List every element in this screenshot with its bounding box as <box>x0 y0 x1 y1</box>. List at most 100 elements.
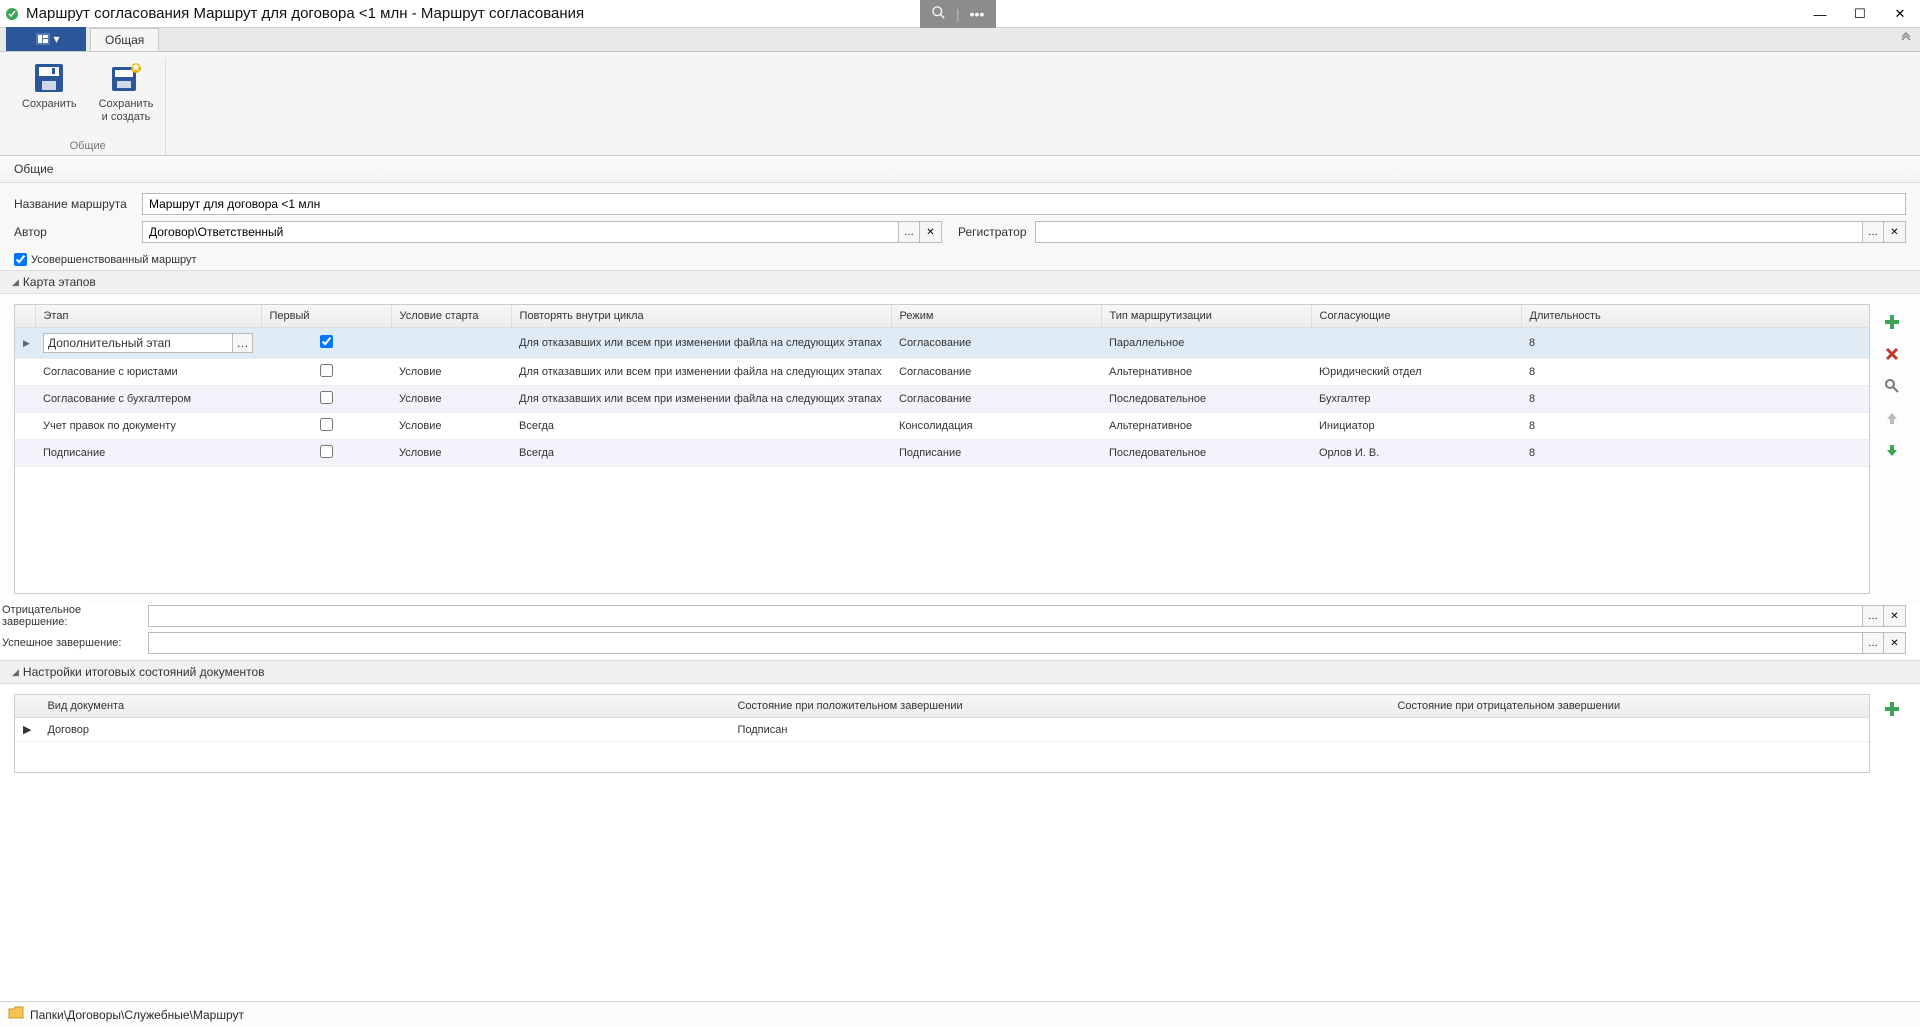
first-checkbox[interactable] <box>320 391 333 404</box>
cell-repeat[interactable]: Для отказавших или всем при изменении фа… <box>511 386 891 413</box>
app-menu-button[interactable]: ▾ <box>6 27 86 51</box>
col-negative-state[interactable]: Состояние при отрицательном завершении <box>1389 695 1869 718</box>
table-row[interactable]: Согласование с юристами УсловиеДля отказа… <box>15 359 1869 386</box>
registrar-input[interactable] <box>1035 221 1862 243</box>
table-row[interactable]: Учет правок по документу УсловиеВсегдаКон… <box>15 413 1869 440</box>
cell-first[interactable] <box>261 440 391 467</box>
cell-approvers[interactable] <box>1311 328 1521 359</box>
cell-duration[interactable]: 8 <box>1521 386 1869 413</box>
close-button[interactable]: ✕ <box>1880 0 1920 28</box>
cell-duration[interactable]: 8 <box>1521 440 1869 467</box>
cell-routing-type[interactable]: Альтернативное <box>1101 359 1311 386</box>
first-checkbox[interactable] <box>320 445 333 458</box>
cell-mode[interactable]: Подписание <box>891 440 1101 467</box>
success-completion-clear-button[interactable]: ✕ <box>1884 632 1906 654</box>
add-doc-state-button[interactable] <box>1883 700 1901 721</box>
cell-start-condition[interactable]: Условие <box>391 413 511 440</box>
author-clear-button[interactable]: ✕ <box>920 221 942 243</box>
cell-repeat[interactable]: Для отказавших или всем при изменении фа… <box>511 359 891 386</box>
more-icon[interactable]: ••• <box>970 6 985 22</box>
cell-first[interactable] <box>261 359 391 386</box>
zoom-icon[interactable] <box>932 6 946 23</box>
author-input[interactable] <box>142 221 898 243</box>
doc-states-caption[interactable]: ◢ Настройки итоговых состояний документо… <box>0 660 1920 684</box>
col-approvers[interactable]: Согласующие <box>1311 305 1521 328</box>
negative-completion-clear-button[interactable]: ✕ <box>1884 605 1906 627</box>
stage-map-caption[interactable]: ◢ Карта этапов <box>0 270 1920 294</box>
cell-approvers[interactable]: Юридический отдел <box>1311 359 1521 386</box>
first-checkbox[interactable] <box>320 418 333 431</box>
table-row[interactable]: ПодписаниеУсловиеВсегдаПодписаниеПоследо… <box>15 440 1869 467</box>
col-duration[interactable]: Длительность <box>1521 305 1869 328</box>
cell-stage[interactable]: Подписание <box>35 440 261 467</box>
move-down-button[interactable] <box>1880 438 1904 462</box>
cell-positive-state[interactable]: Подписан <box>729 718 1389 742</box>
cell-stage[interactable]: Учет правок по документу <box>35 413 261 440</box>
author-lookup-button[interactable]: … <box>898 221 920 243</box>
cell-mode[interactable]: Согласование <box>891 328 1101 359</box>
table-row[interactable]: ▶ДоговорПодписан <box>15 718 1869 742</box>
cell-duration[interactable]: 8 <box>1521 413 1869 440</box>
cell-first[interactable] <box>261 328 391 359</box>
cell-duration[interactable]: 8 <box>1521 328 1869 359</box>
cell-start-condition[interactable]: Условие <box>391 440 511 467</box>
route-name-input[interactable] <box>142 193 1906 215</box>
cell-stage[interactable]: Согласование с бухгалтером <box>35 386 261 413</box>
col-positive-state[interactable]: Состояние при положительном завершении <box>729 695 1389 718</box>
col-first[interactable]: Первый <box>261 305 391 328</box>
cell-start-condition[interactable]: Условие <box>391 386 511 413</box>
advanced-route-checkbox[interactable] <box>14 253 27 266</box>
save-and-new-button[interactable]: ★ Сохранить и создать <box>95 58 158 126</box>
stage-name-input[interactable]: Дополнительный этап <box>43 333 233 353</box>
collapse-ribbon-icon[interactable] <box>1900 32 1912 47</box>
cell-stage[interactable]: Согласование с юристами <box>35 359 261 386</box>
cell-repeat[interactable]: Всегда <box>511 440 891 467</box>
cell-routing-type[interactable]: Параллельное <box>1101 328 1311 359</box>
cell-mode[interactable]: Согласование <box>891 386 1101 413</box>
col-doc-type[interactable]: Вид документа <box>39 695 729 718</box>
breadcrumb[interactable]: Папки\Договоры\Служебные\Маршрут <box>30 1008 244 1022</box>
cell-doc-type[interactable]: Договор <box>39 718 729 742</box>
cell-mode[interactable]: Согласование <box>891 359 1101 386</box>
cell-start-condition[interactable] <box>391 328 511 359</box>
add-stage-button[interactable] <box>1880 310 1904 334</box>
stage-lookup-button[interactable]: … <box>233 333 253 353</box>
cell-duration[interactable]: 8 <box>1521 359 1869 386</box>
table-row[interactable]: ▶Дополнительный этап…Для отказавших или … <box>15 328 1869 359</box>
cell-first[interactable] <box>261 413 391 440</box>
success-completion-lookup-button[interactable]: … <box>1862 632 1884 654</box>
cell-negative-state[interactable] <box>1389 718 1869 742</box>
col-stage[interactable]: Этап <box>35 305 261 328</box>
cell-start-condition[interactable]: Условие <box>391 359 511 386</box>
cell-first[interactable] <box>261 386 391 413</box>
col-repeat[interactable]: Повторять внутри цикла <box>511 305 891 328</box>
col-start-condition[interactable]: Условие старта <box>391 305 511 328</box>
cell-routing-type[interactable]: Последовательное <box>1101 440 1311 467</box>
cell-approvers[interactable]: Орлов И. В. <box>1311 440 1521 467</box>
registrar-clear-button[interactable]: ✕ <box>1884 221 1906 243</box>
cell-repeat[interactable]: Для отказавших или всем при изменении фа… <box>511 328 891 359</box>
move-up-button[interactable] <box>1880 406 1904 430</box>
tab-general[interactable]: Общая <box>90 28 159 51</box>
cell-approvers[interactable]: Инициатор <box>1311 413 1521 440</box>
minimize-button[interactable]: — <box>1800 0 1840 28</box>
registrar-lookup-button[interactable]: … <box>1862 221 1884 243</box>
cell-routing-type[interactable]: Альтернативное <box>1101 413 1311 440</box>
cell-mode[interactable]: Консолидация <box>891 413 1101 440</box>
negative-completion-lookup-button[interactable]: … <box>1862 605 1884 627</box>
cell-repeat[interactable]: Всегда <box>511 413 891 440</box>
success-completion-input[interactable] <box>148 632 1862 654</box>
first-checkbox[interactable] <box>320 335 333 348</box>
col-routing-type[interactable]: Тип маршрутизации <box>1101 305 1311 328</box>
cell-approvers[interactable]: Бухгалтер <box>1311 386 1521 413</box>
table-row[interactable]: Согласование с бухгалтером УсловиеДля отк… <box>15 386 1869 413</box>
find-stage-button[interactable] <box>1880 374 1904 398</box>
col-mode[interactable]: Режим <box>891 305 1101 328</box>
first-checkbox[interactable] <box>320 364 333 377</box>
cell-routing-type[interactable]: Последовательное <box>1101 386 1311 413</box>
maximize-button[interactable]: ☐ <box>1840 0 1880 28</box>
cell-stage[interactable]: Дополнительный этап… <box>35 328 261 359</box>
delete-stage-button[interactable] <box>1880 342 1904 366</box>
negative-completion-input[interactable] <box>148 605 1862 627</box>
save-button[interactable]: Сохранить <box>18 58 81 126</box>
